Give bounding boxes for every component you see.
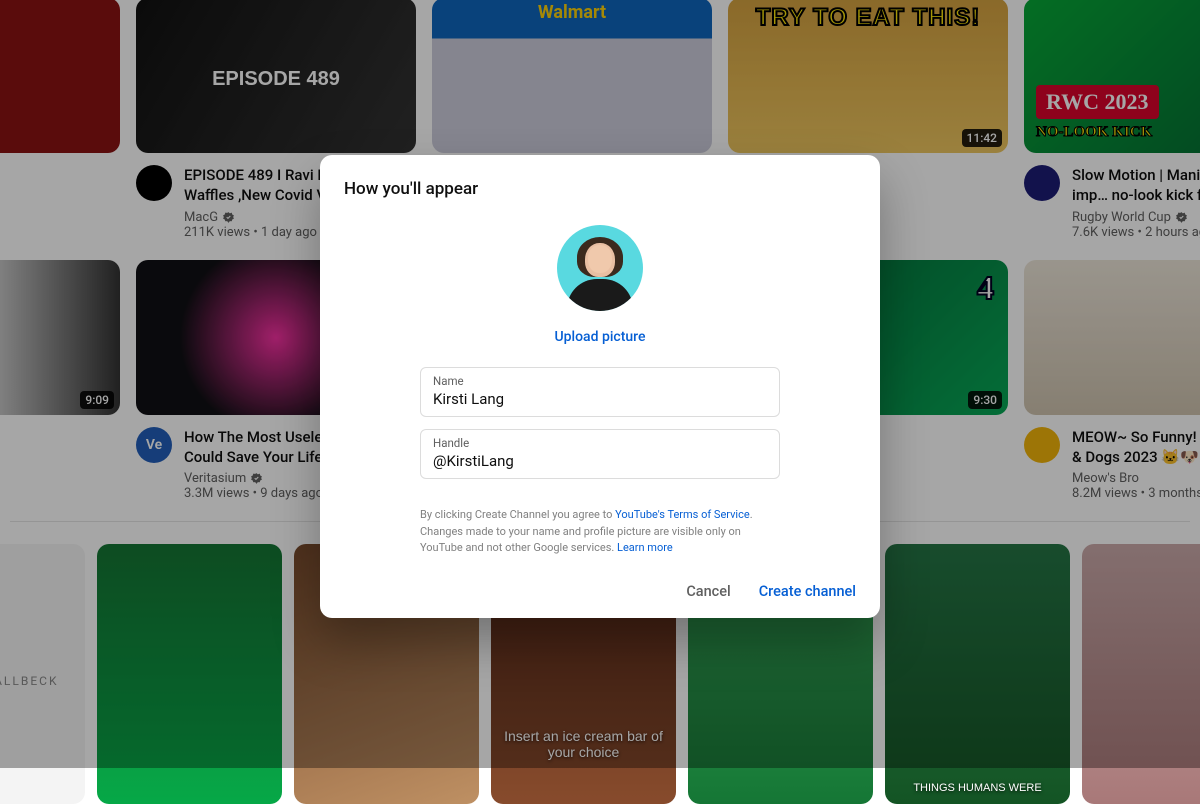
profile-avatar[interactable] <box>557 225 643 311</box>
create-channel-button[interactable]: Create channel <box>759 583 856 600</box>
learn-more-link[interactable]: Learn more <box>617 541 673 554</box>
modal-overlay: How you'll appear Upload picture Name Ha… <box>0 0 1200 768</box>
name-field-label: Name <box>433 374 767 388</box>
name-input[interactable] <box>433 388 767 408</box>
short-caption: THINGS HUMANS WERE <box>893 782 1062 794</box>
cancel-button[interactable]: Cancel <box>686 583 730 600</box>
handle-field-wrapper[interactable]: Handle <box>420 429 780 479</box>
dialog-title: How you'll appear <box>344 179 856 199</box>
legal-disclaimer: By clicking Create Channel you agree to … <box>420 507 780 557</box>
create-channel-dialog: How you'll appear Upload picture Name Ha… <box>320 155 880 618</box>
tos-link[interactable]: YouTube's Terms of Service <box>615 508 750 521</box>
handle-field-label: Handle <box>433 436 767 450</box>
upload-picture-link[interactable]: Upload picture <box>555 329 646 345</box>
handle-input[interactable] <box>433 450 767 470</box>
name-field-wrapper[interactable]: Name <box>420 367 780 417</box>
legal-text: By clicking Create Channel you agree to <box>420 508 615 521</box>
